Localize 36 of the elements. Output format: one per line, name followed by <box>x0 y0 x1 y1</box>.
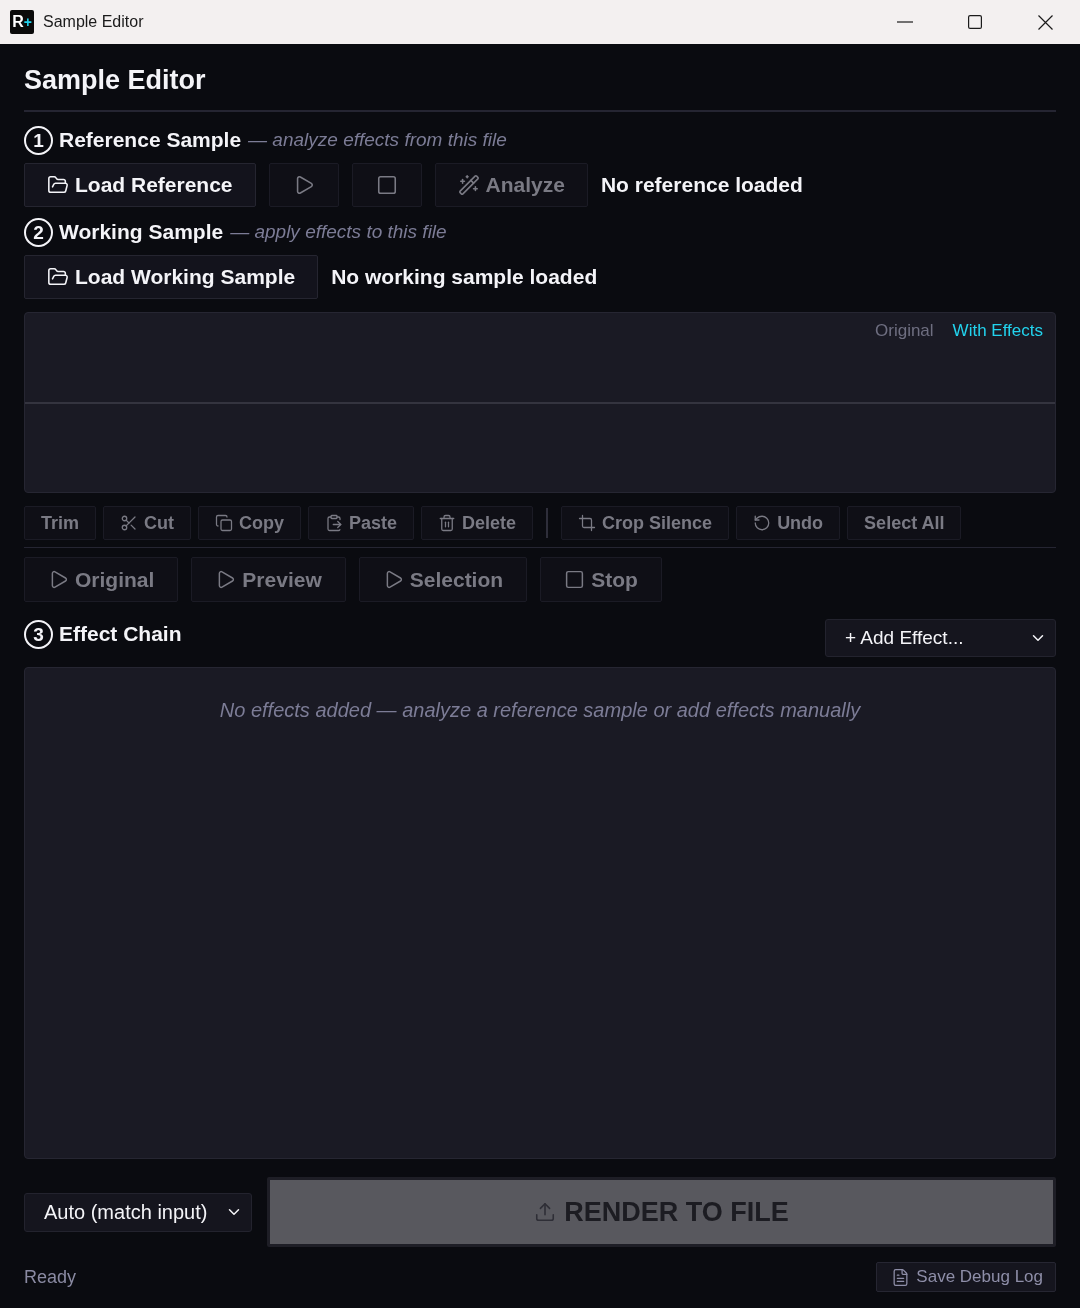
page-heading: Sample Editor <box>24 64 207 96</box>
crop-icon <box>578 514 597 532</box>
maximize-icon[interactable] <box>968 15 982 29</box>
app-logo: R+ <box>10 10 34 34</box>
load-button[interactable]: Load Reference <box>24 163 256 207</box>
save-log-button[interactable]: Save Debug Log <box>876 1262 1056 1292</box>
load-status: No working sample loaded <box>331 265 598 289</box>
empty-message: No effects added — analyze a reference sample or add effects manually <box>219 698 861 723</box>
clipboard-icon <box>325 514 343 532</box>
stop-icon <box>375 174 398 196</box>
section-title: Working Sample <box>59 220 224 244</box>
status-text: Ready <box>24 1266 77 1288</box>
section-subtitle: — apply effects to this file <box>230 221 447 243</box>
format-dropdown[interactable]: Auto (match input) <box>24 1192 252 1232</box>
magic-wand-icon <box>457 174 480 196</box>
window-title: Sample Editor <box>43 13 144 31</box>
close-icon[interactable] <box>1037 14 1053 30</box>
view-tab[interactable]: Original <box>875 321 934 341</box>
step-number: 2 <box>24 217 53 247</box>
undo-icon <box>753 514 772 532</box>
folder-icon <box>47 266 69 288</box>
load-button[interactable]: Load Working Sample <box>24 255 319 299</box>
add-effect-dropdown[interactable]: + Add Effect... <box>825 619 1056 657</box>
section-title: Effect Chain <box>59 622 182 646</box>
section-title: Reference Sample <box>59 128 242 152</box>
stop-icon <box>564 569 586 590</box>
trash-icon <box>438 514 457 532</box>
scissors-icon <box>120 514 138 532</box>
view-tab[interactable]: With Effects <box>952 321 1043 341</box>
step-number: 3 <box>24 619 53 649</box>
upload-icon <box>534 1201 557 1223</box>
step-number: 1 <box>24 125 53 155</box>
load-status: No reference loaded <box>600 173 803 197</box>
copy-icon <box>215 514 233 532</box>
section-subtitle: — analyze effects from this file <box>248 129 507 151</box>
folder-icon <box>47 174 69 196</box>
